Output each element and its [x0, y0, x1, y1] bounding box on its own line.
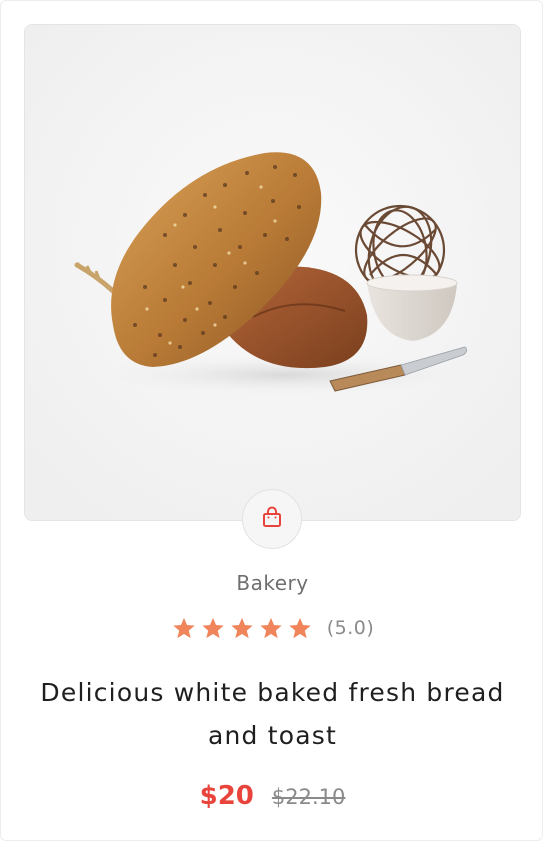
rating-value: (5.0) — [326, 617, 375, 639]
add-to-cart-button[interactable] — [242, 489, 302, 549]
shopping-bag-icon — [260, 505, 284, 533]
rating-stars — [171, 616, 313, 641]
product-rating: (5.0) — [1, 612, 543, 644]
product-image[interactable] — [24, 24, 521, 521]
product-title[interactable]: Delicious white baked fresh bread and to… — [21, 671, 524, 757]
star-icon — [260, 617, 282, 638]
star-icon — [202, 617, 224, 638]
star-icon — [289, 617, 311, 638]
star-icon — [173, 617, 195, 638]
old-price: $22.10 — [271, 785, 346, 809]
bread-photo — [25, 25, 520, 520]
product-card: Bakery (5.0) Delicious white baked fresh… — [0, 0, 543, 841]
star-icon — [231, 617, 253, 638]
product-prices: $20 $22.10 — [1, 781, 543, 811]
product-category[interactable]: Bakery — [1, 571, 543, 595]
current-price: $20 — [199, 781, 254, 811]
